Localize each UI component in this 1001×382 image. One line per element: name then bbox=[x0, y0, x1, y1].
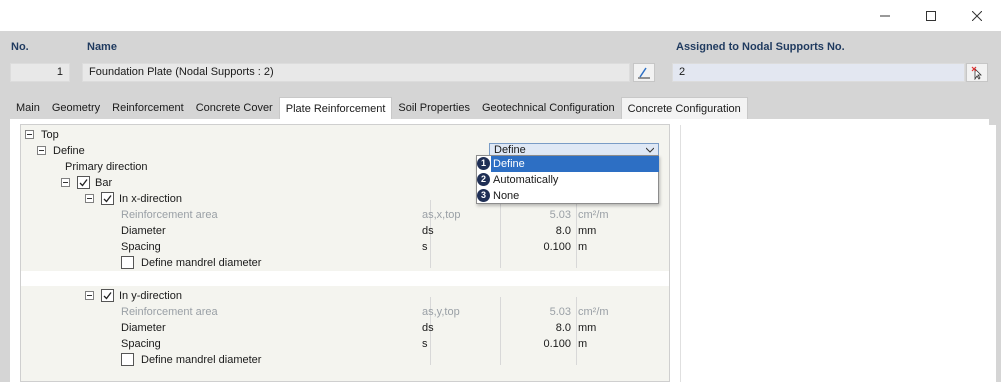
x-spacing-unit: m bbox=[578, 241, 588, 253]
x-mandrel-checkbox[interactable] bbox=[121, 256, 134, 269]
x-direction-label: In x-direction bbox=[119, 193, 182, 205]
maximize-icon bbox=[926, 10, 936, 21]
minimize-button[interactable] bbox=[862, 0, 908, 31]
callout-badge-1: 1 bbox=[477, 157, 490, 170]
checkmark-icon bbox=[103, 195, 112, 203]
option-define[interactable]: Define bbox=[491, 156, 659, 172]
y-direction-checkbox[interactable] bbox=[101, 289, 114, 302]
y-reinf-area-label: Reinforcement area bbox=[121, 306, 218, 318]
chevron-down-icon bbox=[646, 147, 654, 153]
define-label: Define bbox=[53, 145, 85, 157]
pick-cursor-icon bbox=[971, 66, 982, 80]
x-reinf-area-label: Reinforcement area bbox=[121, 209, 218, 221]
tree-row-y-direction: In y-direction bbox=[21, 288, 670, 304]
tree-row-top: Top bbox=[21, 127, 670, 143]
x-mandrel-label: Define mandrel diameter bbox=[141, 257, 262, 269]
tab-geotechnical-configuration[interactable]: Geotechnical Configuration bbox=[476, 97, 621, 119]
tree-row-x-reinf-area: Reinforcement area as,x,top 5.03 cm²/m bbox=[21, 207, 670, 223]
y-diameter-label: Diameter bbox=[121, 322, 166, 334]
callout-badge-2: 2 bbox=[477, 173, 490, 186]
edit-name-button[interactable] bbox=[633, 63, 655, 82]
tab-concrete-configuration[interactable]: Concrete Configuration bbox=[620, 97, 748, 119]
callout-badge-3: 3 bbox=[477, 189, 490, 202]
close-icon bbox=[972, 10, 982, 21]
x-spacing-value[interactable]: 0.100 bbox=[511, 239, 571, 255]
tree-row-x-spacing: Spacing s 0.100 m bbox=[21, 239, 670, 255]
name-field[interactable]: Foundation Plate (Nodal Supports : 2) bbox=[82, 63, 630, 82]
collapse-icon[interactable] bbox=[61, 178, 70, 187]
collapse-icon[interactable] bbox=[85, 194, 94, 203]
top-label: Top bbox=[41, 129, 59, 141]
y-reinf-area-symbol: as,y,top bbox=[422, 306, 460, 318]
close-button[interactable] bbox=[954, 0, 1000, 31]
tab-bar: Main Geometry Reinforcement Concrete Cov… bbox=[10, 97, 748, 119]
tab-concrete-cover[interactable]: Concrete Cover bbox=[190, 97, 279, 119]
define-dropdown: Define Automatically None bbox=[476, 155, 659, 204]
x-diameter-unit: mm bbox=[578, 225, 597, 237]
y-diameter-unit: mm bbox=[578, 322, 597, 334]
y-spacing-value[interactable]: 0.100 bbox=[511, 336, 571, 352]
y-diameter-value[interactable]: 8.0 bbox=[511, 320, 571, 336]
y-reinf-area-value: 5.03 bbox=[549, 306, 571, 318]
x-reinf-area-unit: cm²/m bbox=[578, 209, 609, 221]
y-spacing-label: Spacing bbox=[121, 338, 161, 350]
x-reinf-area-symbol: as,x,top bbox=[422, 209, 461, 221]
x-diameter-value[interactable]: 8.0 bbox=[511, 223, 571, 239]
checkmark-icon bbox=[79, 179, 88, 187]
tree-row-y-reinf-area: Reinforcement area as,y,top 5.03 cm²/m bbox=[21, 304, 670, 320]
no-label: No. bbox=[11, 41, 29, 53]
tree-row-y-mandrel: Define mandrel diameter bbox=[21, 352, 670, 368]
edit-icon bbox=[638, 67, 650, 78]
bar-label: Bar bbox=[95, 177, 113, 189]
primary-direction-label: Primary direction bbox=[65, 161, 148, 173]
pick-nodes-button[interactable] bbox=[966, 63, 988, 82]
bar-checkbox[interactable] bbox=[77, 176, 90, 189]
option-automatically[interactable]: Automatically bbox=[491, 172, 659, 188]
minimize-icon bbox=[880, 15, 890, 16]
y-mandrel-checkbox[interactable] bbox=[121, 353, 134, 366]
assigned-field[interactable]: 2 bbox=[672, 63, 965, 82]
x-diameter-symbol: ds bbox=[422, 225, 434, 237]
tab-soil-properties[interactable]: Soil Properties bbox=[392, 97, 476, 119]
right-panel bbox=[680, 125, 996, 382]
tree-row-x-mandrel: Define mandrel diameter bbox=[21, 255, 670, 271]
collapse-icon[interactable] bbox=[85, 291, 94, 300]
tree-row-y-spacing: Spacing s 0.100 m bbox=[21, 336, 670, 352]
x-diameter-label: Diameter bbox=[121, 225, 166, 237]
y-reinf-area-unit: cm²/m bbox=[578, 306, 609, 318]
maximize-button[interactable] bbox=[908, 0, 954, 31]
collapse-icon[interactable] bbox=[25, 130, 34, 139]
assigned-label: Assigned to Nodal Supports No. bbox=[676, 41, 845, 53]
tab-main[interactable]: Main bbox=[10, 97, 46, 119]
tree-row-x-diameter: Diameter ds 8.0 mm bbox=[21, 223, 670, 239]
x-reinf-area-value: 5.03 bbox=[549, 209, 571, 221]
tab-reinforcement[interactable]: Reinforcement bbox=[106, 97, 190, 119]
y-diameter-symbol: ds bbox=[422, 322, 434, 334]
tree-spacer bbox=[21, 271, 669, 286]
y-direction-label: In y-direction bbox=[119, 290, 182, 302]
checkmark-icon bbox=[103, 292, 112, 300]
tab-plate-reinforcement[interactable]: Plate Reinforcement bbox=[278, 97, 393, 119]
option-none[interactable]: None bbox=[491, 188, 659, 204]
collapse-icon[interactable] bbox=[37, 146, 46, 155]
x-direction-checkbox[interactable] bbox=[101, 192, 114, 205]
no-field[interactable]: 1 bbox=[10, 63, 70, 82]
y-spacing-unit: m bbox=[578, 338, 588, 350]
y-mandrel-label: Define mandrel diameter bbox=[141, 354, 262, 366]
name-label: Name bbox=[87, 41, 117, 53]
x-spacing-label: Spacing bbox=[121, 241, 161, 253]
tab-geometry[interactable]: Geometry bbox=[46, 97, 106, 119]
title-bar bbox=[0, 0, 1001, 31]
x-spacing-symbol: s bbox=[422, 241, 428, 253]
tree-row-y-diameter: Diameter ds 8.0 mm bbox=[21, 320, 670, 336]
y-spacing-symbol: s bbox=[422, 338, 428, 350]
